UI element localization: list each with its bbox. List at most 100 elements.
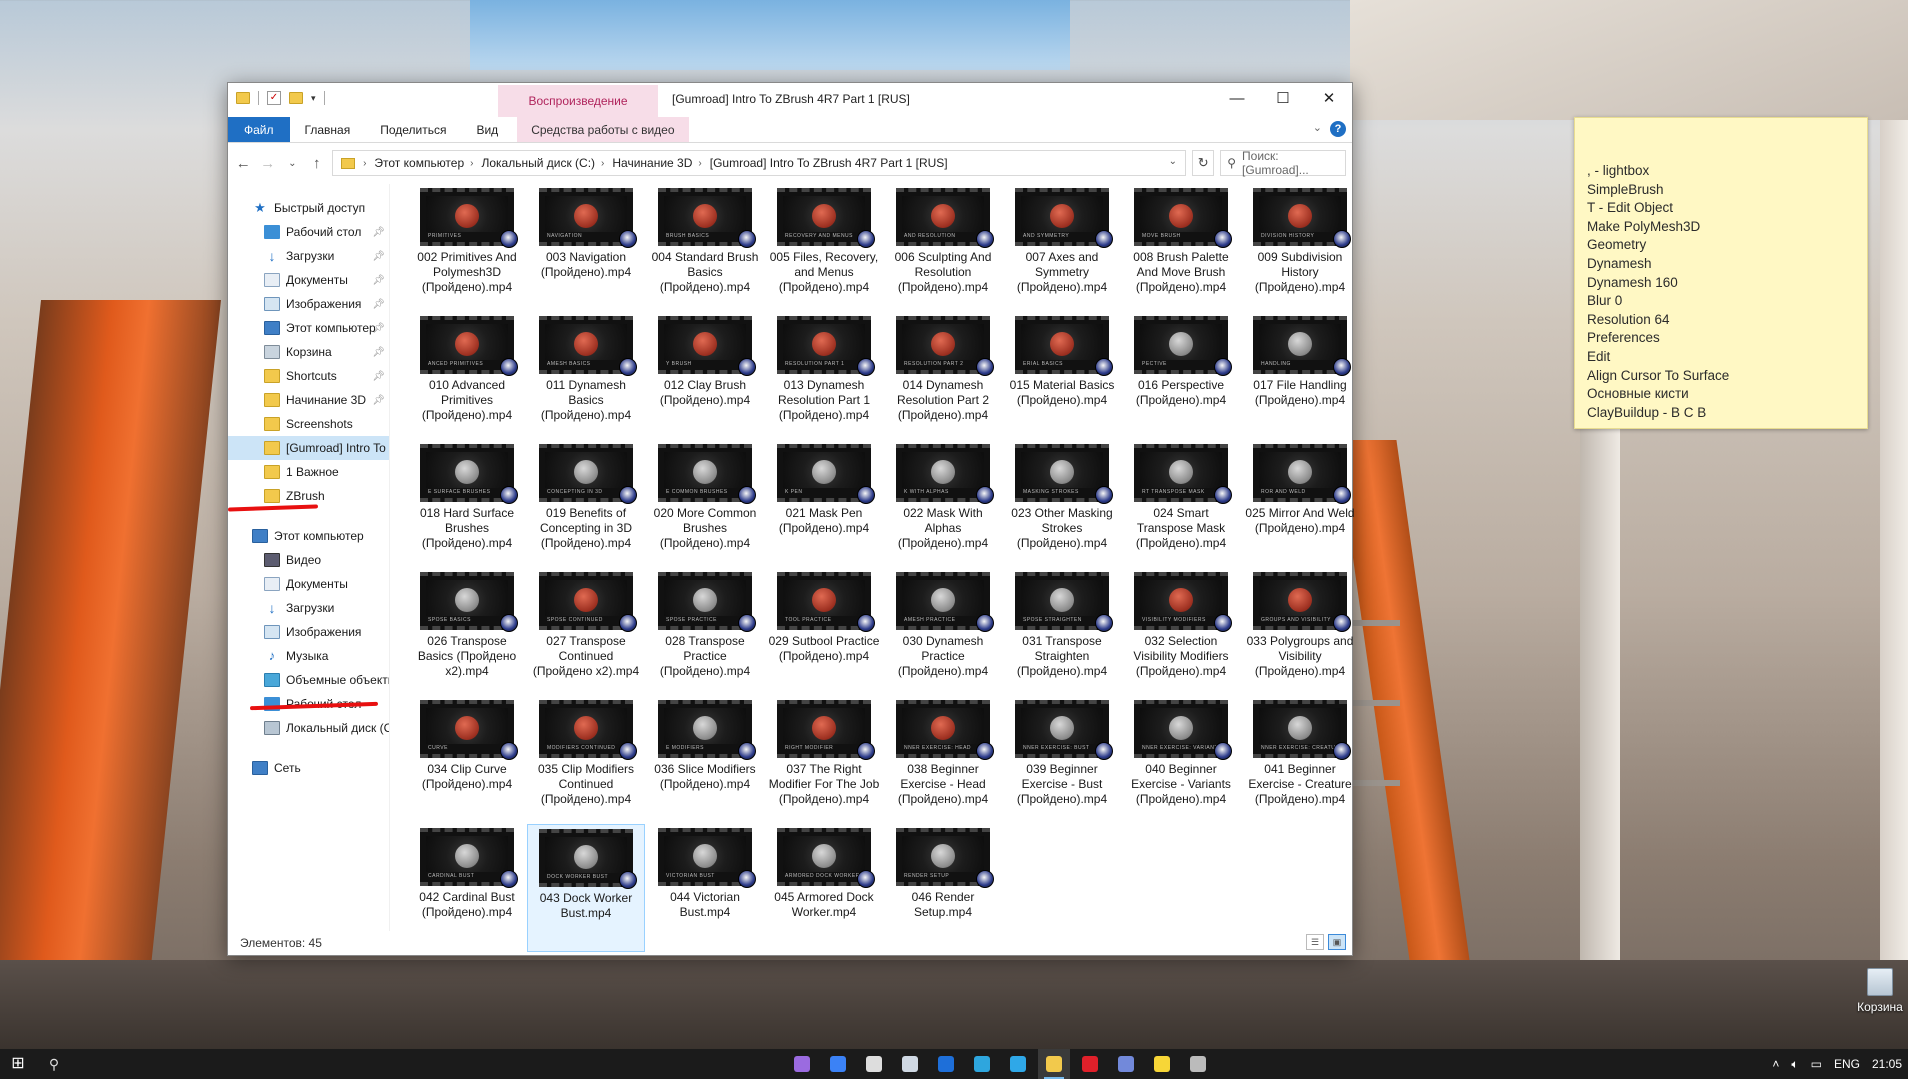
nav-item[interactable]: ↓ Загрузки [228, 596, 389, 620]
context-tab-playback[interactable]: Воспроизведение [498, 85, 658, 117]
file-tile[interactable]: PECTIVE 016 Perspective (Пройдено).mp4 [1122, 312, 1240, 440]
expand-ribbon-icon[interactable]: ⌄ [1313, 121, 1322, 134]
nav-item[interactable]: Документы 📌︎ [228, 268, 389, 292]
file-tile[interactable]: AND RESOLUTION 006 Sculpting And Resoluti… [884, 184, 1002, 312]
sticky-note[interactable]: , - lightbox SimpleBrush T - Edit Object Ma… [1574, 117, 1868, 429]
taskbar-app[interactable] [966, 1049, 998, 1079]
chevron-up-icon[interactable]: ˄ [1772, 1057, 1779, 1071]
nav-item[interactable]: Объемные объекты [228, 668, 389, 692]
breadcrumb-this-pc[interactable]: Этот компьютер [374, 156, 464, 170]
taskbar-app[interactable] [930, 1049, 962, 1079]
nav-item[interactable]: ♪ Музыка [228, 644, 389, 668]
nav-item[interactable]: 1 Важное [228, 460, 389, 484]
nav-item[interactable]: Shortcuts 📌︎ [228, 364, 389, 388]
address-bar[interactable]: › Этот компьютер › Локальный диск (C:) ›… [332, 150, 1187, 176]
file-tile[interactable]: AND SYMMETRY 007 Axes and Symmetry (Пройд… [1003, 184, 1121, 312]
file-tile[interactable]: SPOSE STRAIGHTEN 031 Transpose Straighten… [1003, 568, 1121, 696]
chevron-down-icon[interactable]: ⌄ [1169, 156, 1177, 167]
nav-quick-access[interactable]: ★ Быстрый доступ [228, 196, 389, 220]
file-tile[interactable]: RT TRANSPOSE MASK 024 Smart Transpose Mas… [1122, 440, 1240, 568]
search-icon[interactable]: ⚲ [36, 1056, 72, 1073]
file-tile[interactable]: NNER EXERCISE: VARIANTS 040 Beginner Exer… [1122, 696, 1240, 824]
file-tile[interactable]: NNER EXERCISE: CREATURE 041 Beginner Exer… [1241, 696, 1359, 824]
file-tile[interactable]: MOVE BRUSH 008 Brush Palette And Move Bru… [1122, 184, 1240, 312]
breadcrumb-local-disk[interactable]: Локальный диск (C:) [481, 156, 595, 170]
nav-item[interactable]: Видео [228, 548, 389, 572]
taskbar-app[interactable] [1074, 1049, 1106, 1079]
file-tile[interactable]: MODIFIERS CONTINUED 035 Clip Modifiers Co… [527, 696, 645, 824]
file-tile[interactable]: GROUPS AND VISIBILITY 033 Polygroups and … [1241, 568, 1359, 696]
taskbar-app[interactable] [1038, 1049, 1070, 1079]
taskbar-app[interactable] [1110, 1049, 1142, 1079]
chevron-down-icon[interactable]: ▾ [311, 93, 316, 104]
chevron-right-icon[interactable]: › [470, 158, 473, 169]
chevron-right-icon[interactable]: › [601, 158, 604, 169]
search-input[interactable]: ⚲ Поиск: [Gumroad]... [1220, 149, 1347, 177]
file-tile[interactable]: BRUSH BASICS 004 Standard Brush Basics (П… [646, 184, 764, 312]
nav-item[interactable]: Документы [228, 572, 389, 596]
file-tile[interactable]: RECOVERY AND MENUS 005 Files, Recovery, a… [765, 184, 883, 312]
nav-item[interactable]: Начинание 3D 📌︎ [228, 388, 389, 412]
file-tile[interactable]: ROR AND WELD 025 Mirror And Weld (Пройден… [1241, 440, 1359, 568]
up-arrow-icon[interactable]: ↑ [308, 155, 327, 172]
nav-item[interactable]: Этот компьютер 📌︎ [228, 316, 389, 340]
back-arrow-icon[interactable]: ← [234, 155, 253, 172]
file-tile[interactable]: NNER EXERCISE: BUST 039 Beginner Exercise… [1003, 696, 1121, 824]
network-icon[interactable]: ▭ [1811, 1057, 1822, 1071]
chevron-right-icon[interactable]: › [698, 158, 701, 169]
nav-item[interactable]: Изображения 📌︎ [228, 292, 389, 316]
new-folder-icon[interactable] [289, 92, 303, 104]
nav-network[interactable]: Сеть [228, 756, 389, 780]
file-tile[interactable]: PRIMITIVES 002 Primitives And Polymesh3D … [408, 184, 526, 312]
breadcrumb-current-folder[interactable]: [Gumroad] Intro To ZBrush 4R7 Part 1 [RU… [710, 156, 948, 170]
file-tile[interactable]: SPOSE CONTINUED 027 Transpose Continued (… [527, 568, 645, 696]
tab-file[interactable]: Файл [228, 117, 290, 142]
desktop-recycle-bin[interactable]: Корзина [1852, 968, 1908, 1014]
file-tile[interactable]: E MODIFIERS 036 Slice Modifiers (Пройдено… [646, 696, 764, 824]
windows-start-icon[interactable]: ⊞ [0, 1049, 36, 1079]
nav-item[interactable]: Корзина 📌︎ [228, 340, 389, 364]
breadcrumb-beginning-3d[interactable]: Начинание 3D [612, 156, 692, 170]
file-tile[interactable]: AMESH BASICS 011 Dynamesh Basics (Пройден… [527, 312, 645, 440]
volume-icon[interactable]: 🔈︎ [1791, 1057, 1798, 1072]
chevron-right-icon[interactable]: › [363, 158, 366, 169]
taskbar-app[interactable] [1182, 1049, 1214, 1079]
file-tile[interactable]: NAVIGATION 003 Navigation (Пройдено).mp4 [527, 184, 645, 312]
forward-arrow-icon[interactable]: → [259, 155, 278, 172]
file-tile[interactable]: CURVE 034 Clip Curve (Пройдено).mp4 [408, 696, 526, 824]
file-tile[interactable]: MASKING STROKES 023 Other Masking Strokes… [1003, 440, 1121, 568]
tab-home[interactable]: Главная [290, 117, 366, 142]
title-bar[interactable]: ✓ ▾ Воспроизведение [Gumroad] Intro To Z… [228, 83, 1352, 117]
file-tile[interactable]: TOOL PRACTICE 029 Sutbool Practice (Пройд… [765, 568, 883, 696]
file-tile[interactable]: E COMMON BRUSHES 020 More Common Brushes … [646, 440, 764, 568]
tab-video-tools[interactable]: Средства работы с видео [517, 117, 689, 142]
nav-this-pc[interactable]: Этот компьютер [228, 524, 389, 548]
nav-item[interactable]: [Gumroad] Intro To [228, 436, 389, 460]
file-tile[interactable]: RESOLUTION PART 2 014 Dynamesh Resolution… [884, 312, 1002, 440]
file-tile[interactable]: SPOSE PRACTICE 028 Transpose Practice (Пр… [646, 568, 764, 696]
taskbar-app[interactable] [858, 1049, 890, 1079]
recent-dropdown-icon[interactable]: ⌄ [283, 158, 302, 169]
large-icons-view-icon[interactable]: ▣ [1328, 934, 1346, 950]
file-tile[interactable]: HANDLING 017 File Handling (Пройдено).mp4 [1241, 312, 1359, 440]
file-tile[interactable]: Y BRUSH 012 Clay Brush (Пройдено).mp4 [646, 312, 764, 440]
language-indicator[interactable]: ENG [1834, 1057, 1860, 1071]
nav-item[interactable]: ↓ Загрузки 📌︎ [228, 244, 389, 268]
file-tile[interactable]: ERIAL BASICS 015 Material Basics (Пройден… [1003, 312, 1121, 440]
properties-icon[interactable]: ✓ [267, 91, 281, 105]
minimize-button[interactable]: — [1214, 83, 1260, 115]
file-tile[interactable]: AMESH PRACTICE 030 Dynamesh Practice (Про… [884, 568, 1002, 696]
folder-icon[interactable] [236, 92, 250, 104]
file-tile[interactable]: NNER EXERCISE: HEAD 038 Beginner Exercise… [884, 696, 1002, 824]
help-icon[interactable]: ? [1330, 121, 1346, 137]
file-tile[interactable]: SPOSE BASICS 026 Transpose Basics (Пройде… [408, 568, 526, 696]
nav-item[interactable]: Рабочий стол 📌︎ [228, 220, 389, 244]
tab-view[interactable]: Вид [461, 117, 513, 142]
nav-item[interactable]: Screenshots [228, 412, 389, 436]
taskbar-app[interactable] [822, 1049, 854, 1079]
file-tile[interactable]: K PEN 021 Mask Pen (Пройдено).mp4 [765, 440, 883, 568]
taskbar-app[interactable] [786, 1049, 818, 1079]
tab-share[interactable]: Поделиться [365, 117, 461, 142]
refresh-icon[interactable]: ↻ [1192, 150, 1215, 176]
file-tile[interactable]: E SURFACE BRUSHES 018 Hard Surface Brushe… [408, 440, 526, 568]
